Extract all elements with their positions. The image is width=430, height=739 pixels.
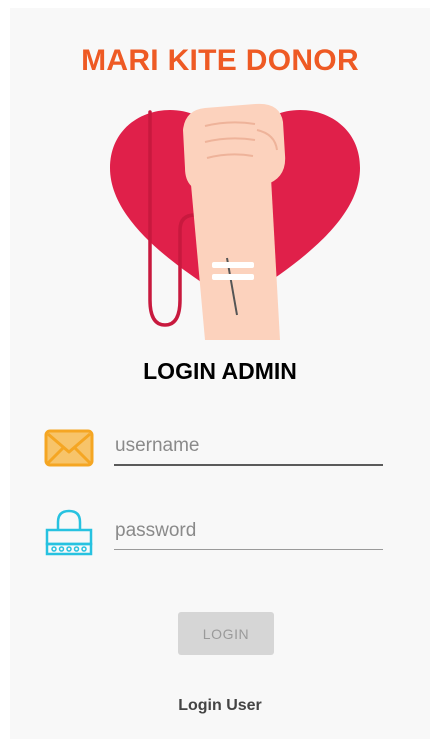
blood-donation-heart-illustration <box>110 103 360 340</box>
bandage-tape-bottom <box>212 274 254 280</box>
login-user-link[interactable]: Login User <box>10 697 430 715</box>
password-input[interactable] <box>114 513 383 550</box>
bandage-tape-top <box>212 262 254 268</box>
login-button[interactable]: LOGIN <box>178 612 274 655</box>
app-title: MARI KITE DONOR <box>81 44 359 77</box>
login-screen: MARI KITE DONOR LOGIN ADMIN LO <box>10 8 430 739</box>
fist <box>183 103 286 192</box>
lock-icon <box>45 509 93 556</box>
username-input[interactable] <box>114 428 383 466</box>
envelope-icon <box>44 429 94 467</box>
screen-title: LOGIN ADMIN <box>143 358 297 384</box>
